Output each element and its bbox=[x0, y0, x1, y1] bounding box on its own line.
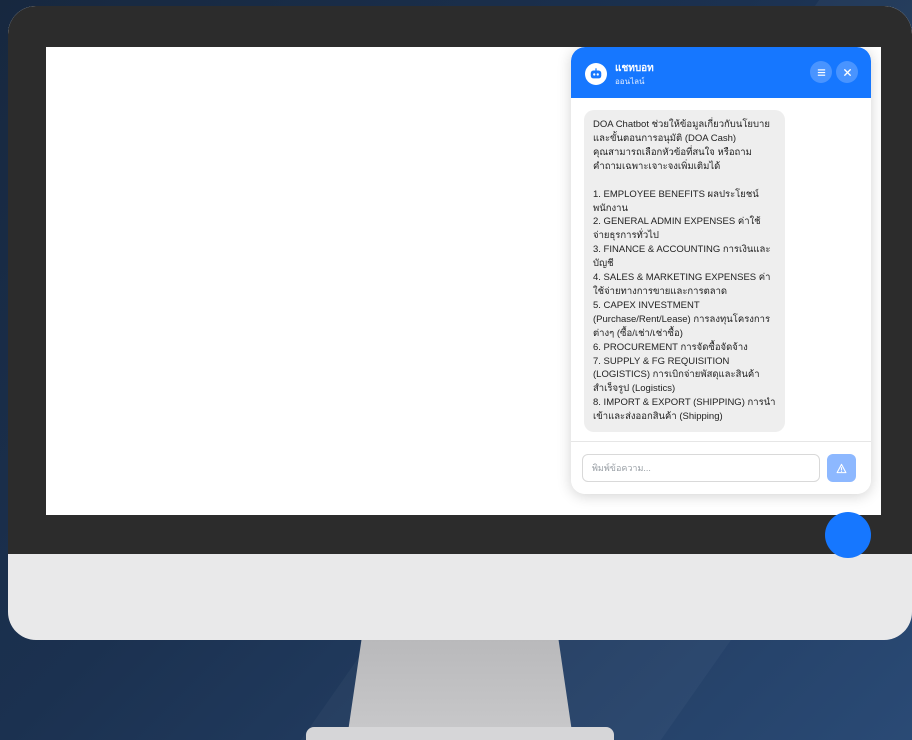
bot-avatar-icon bbox=[585, 63, 607, 85]
topic-item[interactable]: 2. GENERAL ADMIN EXPENSES ค่าใช้จ่ายธุรก… bbox=[593, 215, 776, 243]
topic-list: 1. EMPLOYEE BENEFITS ผลประโยชน์พนักงาน 2… bbox=[593, 188, 776, 424]
monitor-screen: แชทบอท ออนไลน์ DOA Chatbot ช่วยให้ข้อมูล… bbox=[46, 47, 881, 515]
close-button[interactable] bbox=[836, 61, 858, 83]
menu-button[interactable] bbox=[810, 61, 832, 83]
monitor: แชทบอท ออนไลน์ DOA Chatbot ช่วยให้ข้อมูล… bbox=[8, 6, 912, 640]
send-button[interactable] bbox=[827, 454, 856, 482]
topic-item[interactable]: 4. SALES & MARKETING EXPENSES ค่าใช้จ่าย… bbox=[593, 271, 776, 299]
send-icon bbox=[836, 463, 847, 473]
topic-item[interactable]: 6. PROCUREMENT การจัดซื้อจัดจ้าง bbox=[593, 341, 776, 355]
menu-icon bbox=[817, 68, 825, 76]
topic-item[interactable]: 3. FINANCE & ACCOUNTING การเงินและบัญชี bbox=[593, 243, 776, 271]
topic-item[interactable]: 5. CAPEX INVESTMENT (Purchase/Rent/Lease… bbox=[593, 299, 776, 341]
chatbot-window: แชทบอท ออนไลน์ DOA Chatbot ช่วยให้ข้อมูล… bbox=[571, 47, 871, 494]
chat-messages[interactable]: DOA Chatbot ช่วยให้ข้อมูลเกี่ยวกับนโยบาย… bbox=[571, 98, 871, 441]
message-intro: คุณสามารถเลือกหัวข้อที่สนใจ หรือถามคำถาม… bbox=[593, 146, 752, 172]
message-input[interactable] bbox=[582, 454, 820, 482]
monitor-bezel: แชทบอท ออนไลน์ DOA Chatbot ช่วยให้ข้อมูล… bbox=[8, 6, 912, 554]
monitor-stand-base bbox=[306, 727, 614, 740]
chat-title: แชทบอท bbox=[615, 63, 654, 74]
close-icon bbox=[843, 68, 851, 76]
bot-message: DOA Chatbot ช่วยให้ข้อมูลเกี่ยวกับนโยบาย… bbox=[584, 110, 785, 433]
chat-input-bar bbox=[571, 441, 871, 494]
topic-item[interactable]: 8. IMPORT & EXPORT (SHIPPING) การนำเข้าแ… bbox=[593, 396, 776, 424]
monitor-stand bbox=[348, 640, 572, 732]
topic-item[interactable]: 7. SUPPLY & FG REQUISITION (LOGISTICS) ก… bbox=[593, 355, 776, 397]
chat-launcher-button[interactable] bbox=[825, 512, 871, 558]
message-intro: DOA Chatbot ช่วยให้ข้อมูลเกี่ยวกับนโยบาย… bbox=[593, 119, 770, 144]
topic-item[interactable]: 1. EMPLOYEE BENEFITS ผลประโยชน์พนักงาน bbox=[593, 188, 776, 216]
chat-status: ออนไลน์ bbox=[615, 77, 645, 86]
chat-header: แชทบอท ออนไลน์ bbox=[571, 47, 871, 98]
